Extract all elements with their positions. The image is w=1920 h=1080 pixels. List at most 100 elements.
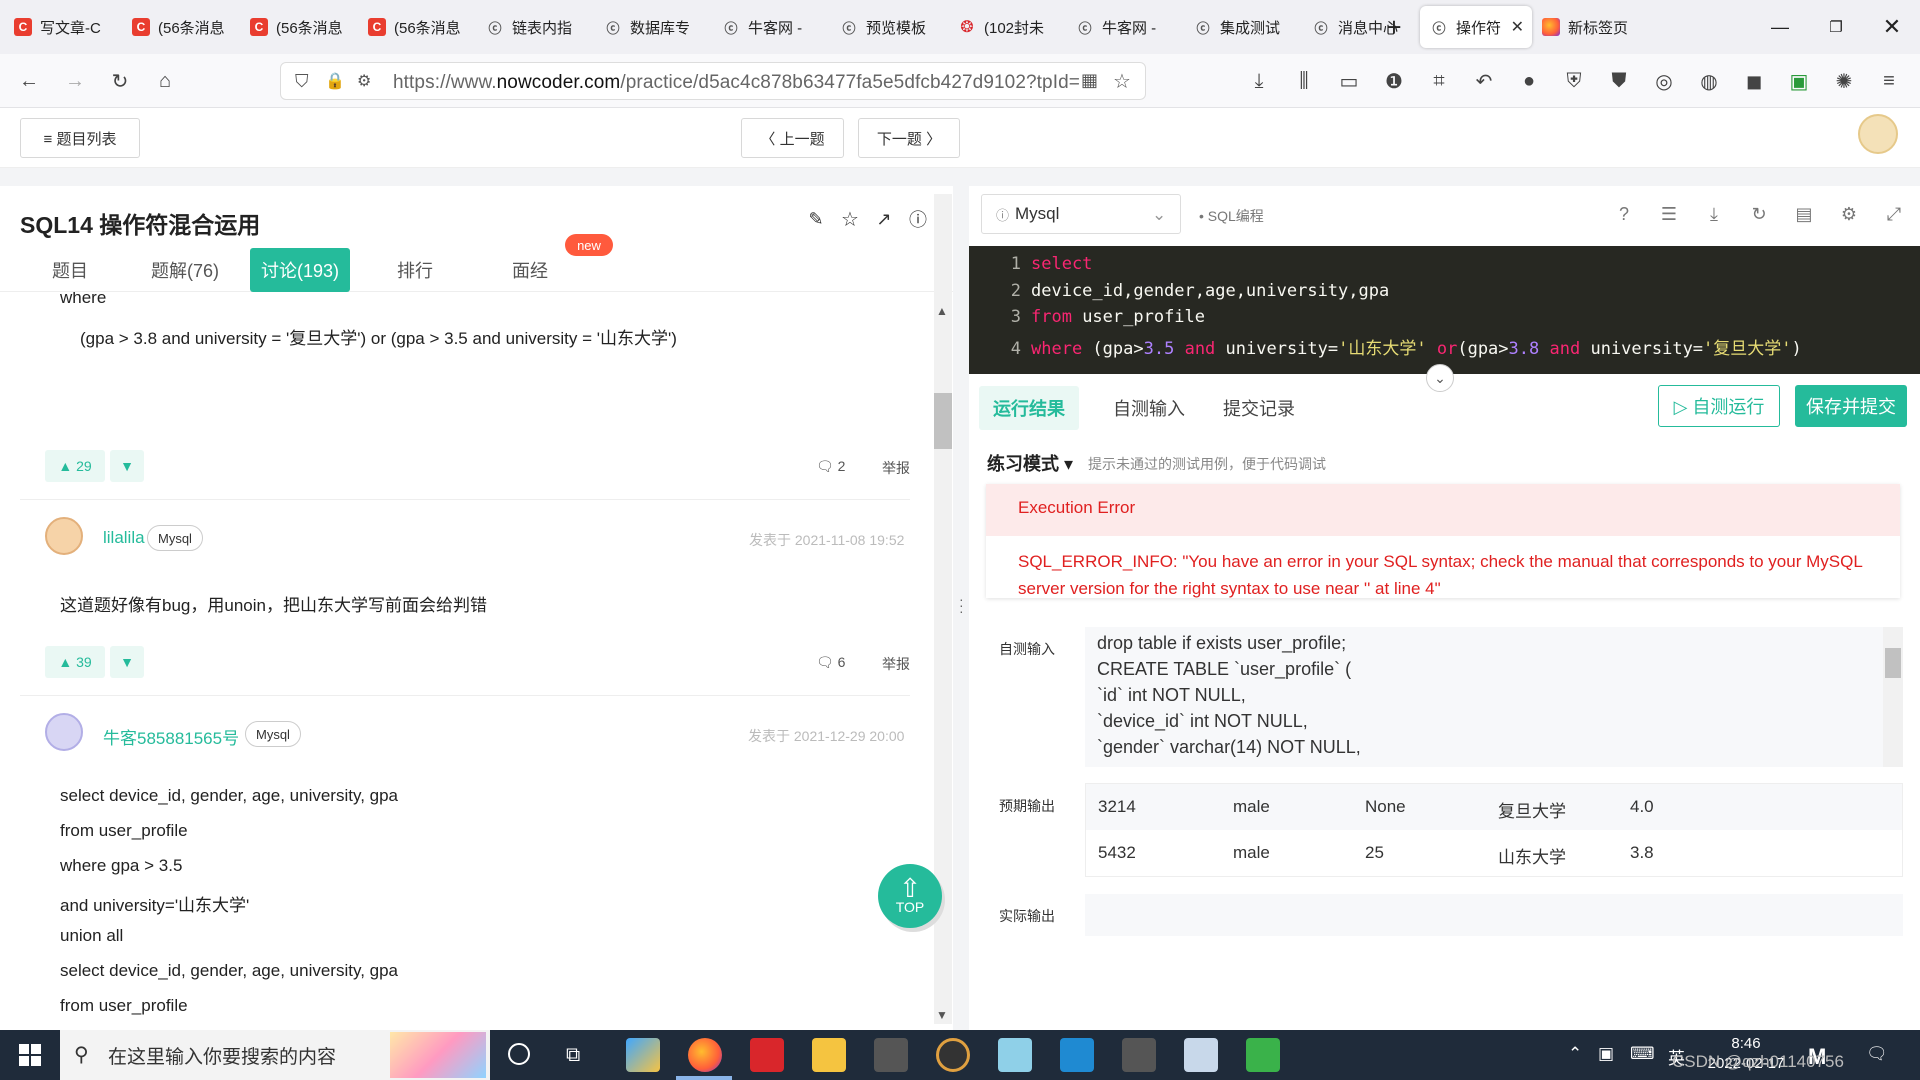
search-highlight-image[interactable] (390, 1032, 486, 1078)
browser-tab[interactable]: ⓒ 牛客网 - (712, 7, 830, 47)
photos-app-icon[interactable] (1184, 1038, 1218, 1072)
post1-upvote-button[interactable]: ▲ 29 (45, 450, 105, 482)
template-icon[interactable]: ▤ (1792, 202, 1816, 226)
keyboard-icon[interactable]: ⌨ (1630, 1044, 1655, 1064)
scroll-up-arrow-icon[interactable]: ▲ (936, 304, 948, 318)
mode-dropdown[interactable]: 练习模式 ▾ (987, 450, 1073, 476)
settings-app-icon[interactable] (936, 1038, 970, 1072)
language-select[interactable]: ⓘ Mysql ⌄ (981, 194, 1181, 234)
downloads-icon[interactable]: ⤓ (1246, 68, 1272, 94)
library-icon[interactable]: ⫼ (1291, 68, 1317, 94)
hamburger-menu-icon[interactable]: ≡ (1876, 68, 1902, 94)
video-app-2-icon[interactable] (1122, 1038, 1156, 1072)
star-icon[interactable]: ☆ (839, 208, 861, 231)
extension-glasses-icon[interactable]: ● (1516, 68, 1542, 94)
close-window-button[interactable]: ✕ (1864, 0, 1920, 54)
notes-app-icon[interactable] (998, 1038, 1032, 1072)
reload-icon[interactable]: ↻ (107, 68, 133, 94)
custom-input-box[interactable]: drop table if exists user_profile; CREAT… (1085, 627, 1903, 767)
sidebar-icon[interactable]: ▭ (1336, 68, 1362, 94)
code-line[interactable]: 2 device_id,gender,age,university,gpa (969, 281, 1920, 307)
extension-ublock-icon[interactable]: ⛊ (1606, 68, 1632, 94)
next-problem-button[interactable]: 下一题 〉 (858, 118, 960, 158)
vscode-icon[interactable] (1060, 1038, 1094, 1072)
tab-run-result[interactable]: 运行结果 (979, 386, 1079, 430)
close-tab-icon[interactable]: ✕ (1511, 17, 1524, 37)
qr-code-icon[interactable]: ▦ (1081, 70, 1098, 91)
download-icon[interactable]: ⤓ (1702, 202, 1726, 226)
tab-problem[interactable]: 题目 (40, 248, 100, 292)
restore-button[interactable]: ❐ (1808, 0, 1864, 54)
post2-username[interactable]: lilalila (103, 528, 145, 548)
browser-tab[interactable]: ⓒ 操作符 ✕ (1420, 6, 1532, 48)
code-editor[interactable]: 1 select 2 device_id,gender,age,university,… (969, 246, 1920, 374)
extension-shield-icon[interactable]: ⛨ (1561, 68, 1587, 94)
scroll-down-arrow-icon[interactable]: ▼ (936, 1008, 948, 1022)
code-line[interactable]: 3 from user_profile (969, 307, 1920, 333)
tray-app-icon[interactable]: ▣ (1598, 1044, 1614, 1064)
post1-comments[interactable]: 🗨 2 (816, 458, 845, 475)
input-scrollbar-thumb[interactable] (1885, 648, 1901, 678)
extension-ring-icon[interactable]: ◎ (1651, 68, 1677, 94)
post2-report-link[interactable]: 举报 (882, 654, 910, 674)
post2-avatar[interactable] (45, 517, 83, 555)
fullscreen-icon[interactable]: ⤢ (1882, 202, 1906, 226)
home-icon[interactable]: ⌂ (152, 68, 178, 94)
new-tab-button[interactable]: + (1366, 0, 1422, 54)
cortana-icon[interactable] (508, 1043, 530, 1065)
save-submit-button[interactable]: 保存并提交 (1795, 385, 1907, 427)
self-test-run-button[interactable]: ▷ 自测运行 (1658, 385, 1780, 427)
tab-submissions[interactable]: 提交记录 (1209, 386, 1309, 430)
firefox-taskbar-icon[interactable] (688, 1038, 722, 1072)
share-icon[interactable]: ↗ (873, 208, 895, 230)
back-icon[interactable]: ← (16, 68, 42, 94)
reset-icon[interactable]: ↻ (1747, 202, 1771, 226)
back-to-top-button[interactable]: ⇧ TOP (878, 864, 942, 928)
task-view-icon[interactable]: ⧉ (566, 1044, 580, 1067)
minimize-button[interactable]: — (1752, 0, 1808, 54)
extension-green-icon[interactable]: ▣ (1786, 68, 1812, 94)
collapse-editor-button[interactable]: ⌄ (1426, 364, 1454, 392)
panel-resizer[interactable]: · · · (953, 186, 969, 1030)
extension-globe-icon[interactable]: ◍ (1696, 68, 1722, 94)
video-app-icon[interactable] (874, 1038, 908, 1072)
post1-report-link[interactable]: 举报 (882, 458, 910, 478)
extension-gear-icon[interactable]: ✺ (1831, 68, 1857, 94)
edit-icon[interactable]: ✎ (805, 208, 827, 230)
post3-avatar[interactable] (45, 713, 83, 751)
browser-tab[interactable]: ⓒ 数据库专 (594, 7, 712, 47)
app-explorer-ext-icon[interactable] (626, 1038, 660, 1072)
browser-tab[interactable]: ⓒ 集成测试 (1184, 7, 1302, 47)
screenshot-crop-icon[interactable]: ⌗ (1426, 68, 1452, 94)
bookmark-star-icon[interactable]: ☆ (1113, 69, 1131, 94)
spreadsheet-app-icon[interactable] (1246, 1038, 1280, 1072)
browser-tab[interactable]: C 写文章-C (4, 7, 122, 47)
extension-1-icon[interactable]: ❶ (1381, 68, 1407, 94)
settings-icon[interactable]: ⚙ (1837, 202, 1861, 226)
address-bar[interactable]: ⛉ 🔒 ⚙ https://www.nowcoder.com/practice/… (280, 62, 1146, 100)
tab-ranking[interactable]: 排行 (385, 248, 445, 292)
post2-upvote-button[interactable]: ▲ 39 (45, 646, 105, 678)
taskbar-search[interactable]: ⚲ 在这里输入你要搜索的内容 (60, 1030, 490, 1080)
discussion-scrollbar-thumb[interactable] (934, 393, 952, 449)
browser-tab[interactable]: C (56条消息 (358, 7, 476, 47)
problem-list-button[interactable]: ≡ 题目列表 (20, 118, 140, 158)
tab-solutions[interactable]: 题解(76) (142, 248, 228, 292)
browser-tab[interactable]: C (56条消息 (122, 7, 240, 47)
browser-tab[interactable]: C (56条消息 (240, 7, 358, 47)
user-avatar[interactable] (1858, 114, 1898, 154)
code-line[interactable]: 4 where (gpa>3.5 and university='山东大学' or… (969, 334, 1920, 360)
forward-icon[interactable]: → (62, 68, 88, 94)
tab-custom-input[interactable]: 自测输入 (1099, 386, 1199, 430)
browser-tab[interactable]: 新标签页 (1532, 7, 1656, 47)
tab-interview[interactable]: 面经 (500, 248, 560, 292)
prev-problem-button[interactable]: 〈 上一题 (741, 118, 844, 158)
post2-comments[interactable]: 🗨 6 (816, 654, 845, 671)
browser-tab[interactable]: ⓒ 预览模板 (830, 7, 948, 47)
post2-downvote-button[interactable]: ▼ (110, 646, 144, 678)
browser-tab[interactable]: ❂ (102封未 (948, 7, 1066, 47)
tab-discussion[interactable]: 讨论(193) (250, 248, 350, 292)
info-icon[interactable]: ⓘ (907, 208, 929, 230)
post1-downvote-button[interactable]: ▼ (110, 450, 144, 482)
list-icon[interactable]: ☰ (1657, 202, 1681, 226)
